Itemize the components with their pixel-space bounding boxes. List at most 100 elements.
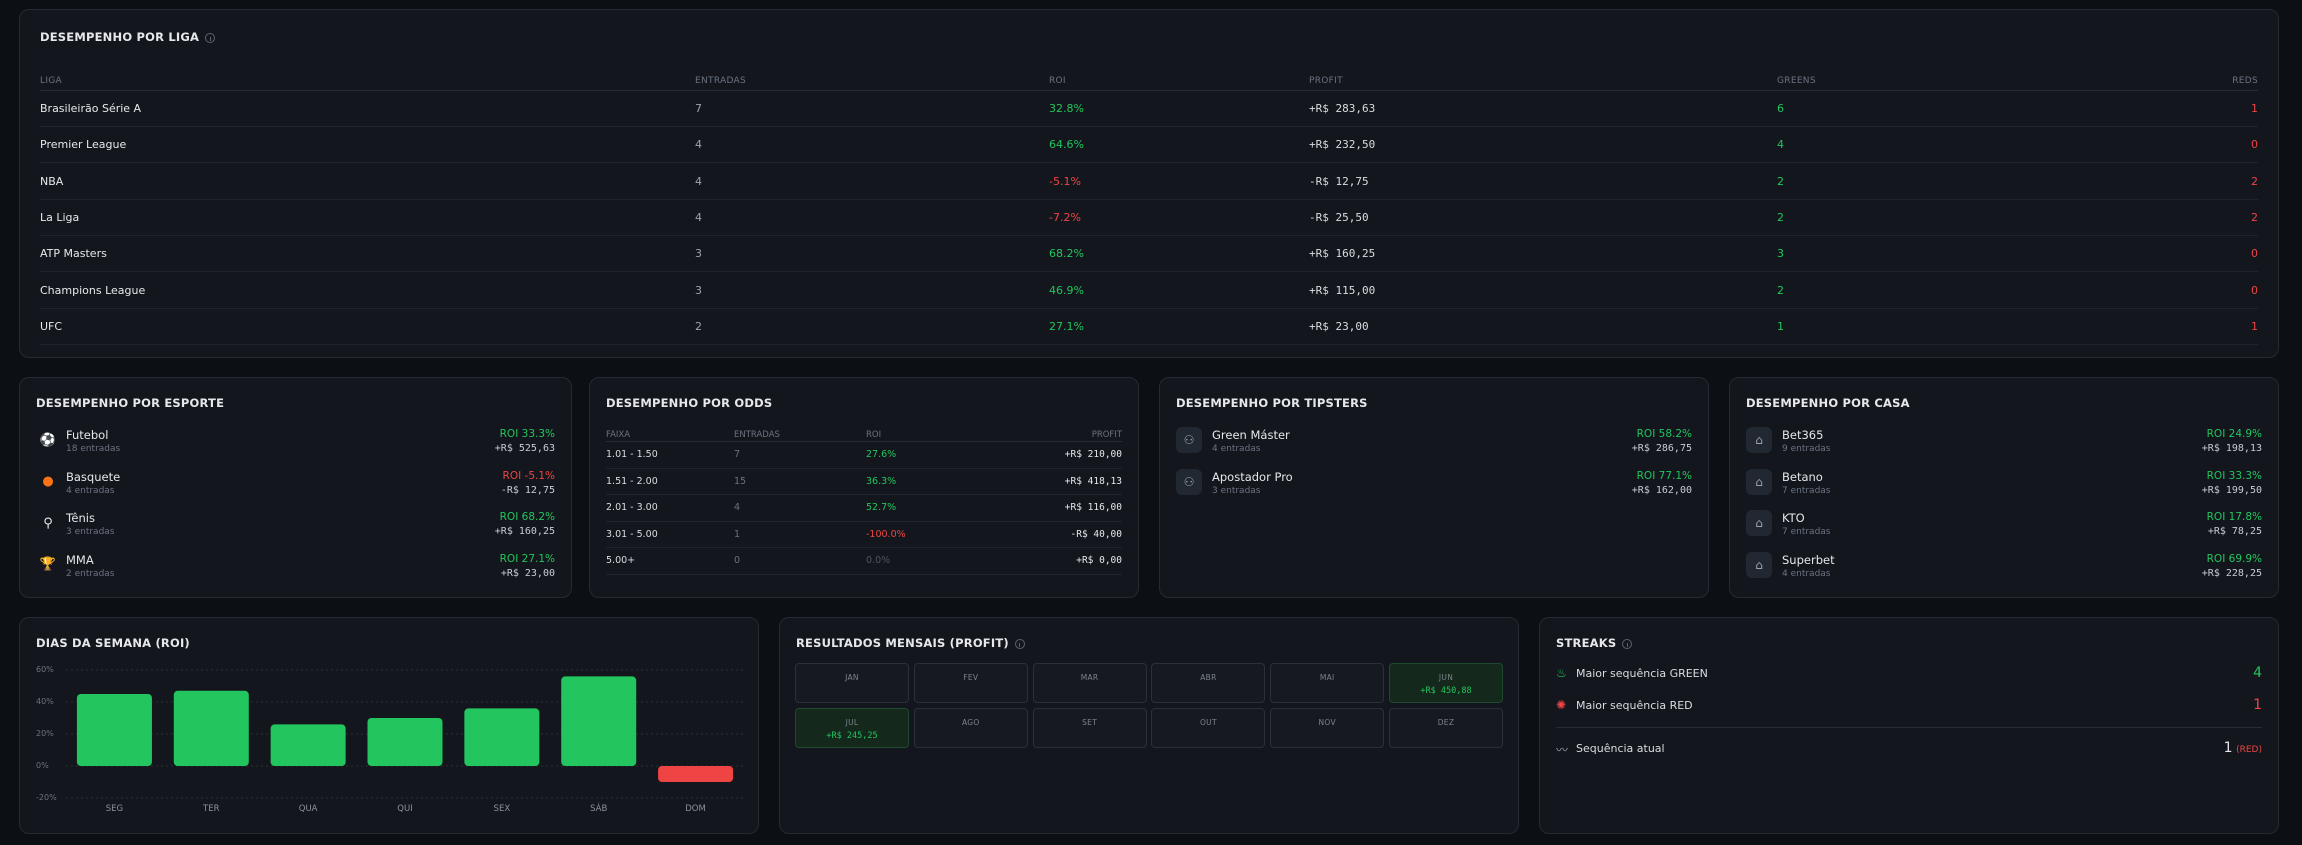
table-row[interactable]: Champions League 3 46.9% +R$ 115,00 2 0: [40, 273, 2258, 309]
info-icon[interactable]: [1014, 639, 1025, 649]
streaks-panel: STREAKS ♨ Maior sequência GREEN 4 ✺ Maio…: [1539, 617, 2279, 834]
house-entries: 9 entradas: [1782, 444, 1831, 454]
league-entries: 7: [695, 102, 702, 115]
league-profit: +R$ 115,00: [1309, 283, 1376, 297]
bar-qui[interactable]: [367, 718, 443, 766]
col-header-reds[interactable]: REDS: [2138, 76, 2258, 86]
house-row[interactable]: ⌂ Betano 7 entradas ROI 33.3% +R$ 199,50: [1746, 465, 2262, 507]
y-tick-label: 20%: [36, 729, 54, 738]
house-row[interactable]: ⌂ Superbet 4 entradas ROI 69.9% +R$ 228,…: [1746, 548, 2262, 590]
house-row[interactable]: ⌂ KTO 7 entradas ROI 17.8% +R$ 78,25: [1746, 506, 2262, 548]
league-entries: 4: [695, 210, 702, 224]
table-row[interactable]: 2.01 - 3.00 4 52.7% +R$ 116,00: [606, 495, 1122, 522]
table-row[interactable]: La Liga 4 -7.2% -R$ 25,50 2 2: [40, 200, 2258, 236]
table-row[interactable]: Premier League 4 64.6% +R$ 232,50 4 0: [40, 127, 2258, 164]
table-row[interactable]: 1.01 - 1.50 7 27.6% +R$ 210,00: [606, 442, 1122, 469]
month-name: FEV: [963, 673, 979, 682]
col-header-roi[interactable]: ROI: [1049, 76, 1309, 86]
house-entries: 7 entradas: [1782, 527, 1831, 537]
month-name: SET: [1082, 718, 1098, 727]
sport-name: Futebol: [66, 428, 109, 442]
month-cell-nov[interactable]: NOV: [1270, 708, 1385, 748]
league-greens: 2: [1777, 283, 1784, 297]
league-roi: 68.2%: [1049, 247, 1084, 261]
monthly-results-panel: RESULTADOS MENSAIS (PROFIT) JAN FEV MAR …: [779, 617, 1519, 834]
league-entries: 3: [695, 247, 702, 261]
table-row[interactable]: 3.01 - 5.00 1 -100.0% -R$ 40,00: [606, 522, 1122, 548]
info-icon[interactable]: [1622, 639, 1633, 649]
month-profit: +R$ 450,88: [1420, 686, 1472, 696]
col-header-league[interactable]: LIGA: [40, 76, 695, 86]
league-panel-title: DESEMPENHO POR LIGA: [40, 30, 216, 44]
odds-entries: 0: [734, 555, 741, 567]
league-entries: 2: [695, 319, 702, 333]
month-cell-out[interactable]: OUT: [1151, 708, 1266, 748]
info-icon[interactable]: [205, 33, 216, 43]
flame-icon: ♨: [1556, 666, 1567, 680]
x-tick-label: SEX: [493, 804, 511, 814]
users-icon: ⚇: [1176, 427, 1202, 453]
month-cell-set[interactable]: SET: [1032, 708, 1147, 748]
bar-ter[interactable]: [173, 690, 249, 766]
tipster-row[interactable]: ⚇ Green Máster 4 entradas ROI 58.2% +R$ …: [1176, 423, 1692, 465]
table-row[interactable]: ATP Masters 3 68.2% +R$ 160,25 3 0: [40, 236, 2258, 273]
weekday-roi-chart: 60% 40% 20% 0% -20% SEG TER QUA QUI SEX SÁB DOM: [36, 664, 746, 824]
house-row[interactable]: ⌂ Bet365 9 entradas ROI 24.9% +R$ 198,13: [1746, 423, 2262, 465]
month-name: OUT: [1199, 718, 1217, 727]
odds-roi: 36.3%: [866, 475, 897, 487]
sport-row[interactable]: 🏆 MMA 2 entradas ROI 27.1% +R$ 23,00: [36, 548, 555, 590]
tipster-row[interactable]: ⚇ Apostador Pro 3 entradas ROI 77.1% +R$…: [1176, 465, 1692, 507]
table-row[interactable]: NBA 4 -5.1% -R$ 12,75 2 2: [40, 164, 2258, 200]
table-row[interactable]: Brasileirão Série A 7 32.8% +R$ 283,63 6…: [40, 91, 2258, 127]
table-row[interactable]: 5.00+ 0 0.0% +R$ 0,00: [606, 548, 1122, 575]
league-roi: 64.6%: [1049, 138, 1084, 152]
col-header-range: FAIXA: [606, 429, 631, 440]
col-header-greens[interactable]: GREENS: [1777, 76, 2138, 86]
league-entries: 4: [695, 174, 702, 188]
league-roi: 46.9%: [1049, 283, 1084, 297]
odds-roi: 0.0%: [866, 555, 891, 567]
month-cell-dez[interactable]: DEZ: [1389, 708, 1503, 748]
sport-profit: -R$ 12,75: [500, 484, 555, 496]
league-reds: 0: [2251, 283, 2258, 297]
sport-row[interactable]: ● Basquete 4 entradas ROI -5.1% -R$ 12,7…: [36, 465, 555, 507]
bar-qua[interactable]: [270, 724, 346, 766]
bar-sáb[interactable]: [561, 676, 637, 766]
house-name: Betano: [1782, 469, 1823, 484]
month-cell-ago[interactable]: AGO: [913, 708, 1028, 748]
house-roi: ROI 33.3%: [2206, 469, 2262, 482]
houses-performance-panel: DESEMPENHO POR CASA ⌂ Bet365 9 entradas …: [1729, 377, 2279, 598]
league-name: Champions League: [40, 283, 146, 297]
table-row[interactable]: 1.51 - 2.00 15 36.3% +R$ 418,13: [606, 469, 1122, 495]
month-cell-mai[interactable]: MAI: [1270, 663, 1385, 703]
month-cell-jun[interactable]: JUN +R$ 450,88: [1389, 663, 1503, 703]
odds-profit: -R$ 40,00: [1070, 528, 1122, 540]
month-name: MAR: [1080, 673, 1099, 682]
bar-seg[interactable]: [76, 694, 152, 766]
sport-row[interactable]: ⚽ Futebol 18 entradas ROI 33.3% +R$ 525,…: [36, 423, 555, 465]
col-header-profit[interactable]: PROFIT: [1309, 76, 1777, 86]
sport-row[interactable]: ⚲ Tênis 3 entradas ROI 68.2% +R$ 160,25: [36, 506, 555, 548]
odds-entries: 15: [734, 475, 747, 487]
tipster-name: Green Máster: [1212, 428, 1290, 442]
bar-chart: [66, 669, 744, 799]
month-cell-jul[interactable]: JUL +R$ 245,25: [795, 708, 909, 748]
bar-sex[interactable]: [464, 708, 540, 766]
month-cell-fev[interactable]: FEV: [913, 663, 1028, 703]
month-profit: +R$ 245,25: [826, 731, 878, 741]
league-name: Premier League: [40, 138, 127, 152]
bar-dom[interactable]: [658, 766, 734, 782]
weekday-panel-title: DIAS DA SEMANA (ROI): [36, 636, 190, 650]
month-cell-mar[interactable]: MAR: [1032, 663, 1147, 703]
table-row[interactable]: UFC 2 27.1% +R$ 23,00 1 1: [40, 309, 2258, 345]
weekday-roi-panel: DIAS DA SEMANA (ROI) 60% 40% 20% 0% -20% SEG T…: [19, 617, 759, 834]
month-cell-jan[interactable]: JAN: [795, 663, 909, 703]
tipster-profit: +R$ 286,75: [1631, 443, 1692, 454]
streaks-panel-title: STREAKS: [1556, 636, 1633, 650]
house-roi: ROI 17.8%: [2206, 511, 2262, 523]
house-name: Bet365: [1782, 428, 1824, 442]
col-header-entries[interactable]: ENTRADAS: [695, 76, 1049, 86]
league-greens: 2: [1777, 174, 1784, 188]
month-cell-abr[interactable]: ABR: [1151, 663, 1266, 703]
sport-entries: 3 entradas: [66, 527, 115, 537]
